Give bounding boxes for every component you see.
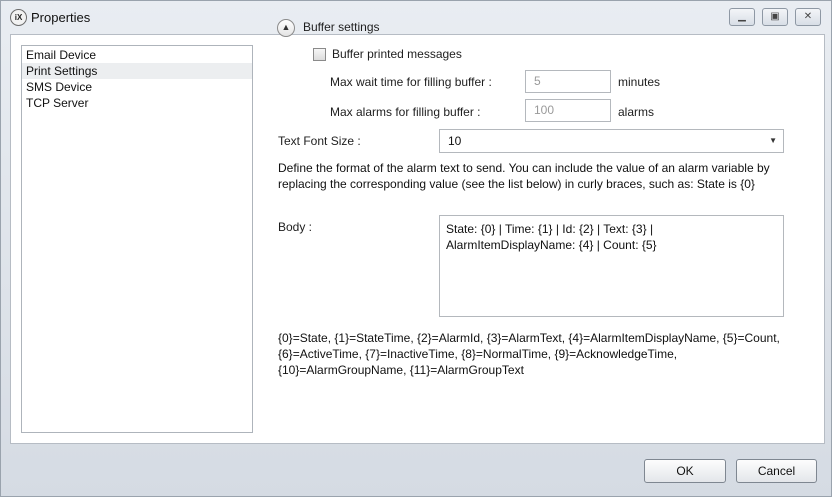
buffer-printed-messages-checkbox[interactable] [313, 48, 326, 61]
maximize-icon: ▣ [770, 11, 780, 22]
format-description: Define the format of the alarm text to s… [278, 161, 770, 191]
close-button[interactable]: ✕ [795, 8, 821, 26]
max-wait-unit: minutes [618, 75, 661, 89]
sidebar-item-print-settings[interactable]: Print Settings [22, 63, 252, 79]
sidebar-item-tcp-server[interactable]: TCP Server [22, 95, 252, 111]
cancel-button[interactable]: Cancel [736, 459, 817, 483]
buffer-printed-messages-label: Buffer printed messages [332, 47, 462, 61]
max-wait-label: Max wait time for filling buffer : [330, 75, 492, 89]
maximize-button[interactable]: ▣ [762, 8, 788, 26]
max-wait-input[interactable]: 5 [525, 70, 611, 93]
collapse-buffer-settings-button[interactable]: ▲ [277, 19, 295, 37]
body-label: Body : [278, 220, 313, 234]
buffer-settings-label: Buffer settings [303, 20, 380, 34]
sidebar-item-email-device[interactable]: Email Device [22, 47, 252, 63]
minimize-icon: ▁ [738, 11, 746, 22]
minimize-button[interactable]: ▁ [729, 8, 755, 26]
max-alarms-label: Max alarms for filling buffer : [330, 105, 481, 119]
placeholder-legend: {0}=State, {1}=StateTime, {2}=AlarmId, {… [278, 331, 780, 377]
max-alarms-input[interactable]: 100 [525, 99, 611, 122]
category-list[interactable]: Email Device Print Settings SMS Device T… [21, 45, 253, 433]
text-font-size-label: Text Font Size : [278, 134, 361, 148]
ix-icon: iX [10, 9, 27, 26]
body-textarea[interactable]: State: {0} | Time: {1} | Id: {2} | Text:… [439, 215, 784, 317]
max-alarms-unit: alarms [618, 105, 655, 119]
properties-window: iX Properties ▁ ▣ ✕ Email Device Print S… [0, 0, 832, 497]
sidebar-item-sms-device[interactable]: SMS Device [22, 79, 252, 95]
ok-button[interactable]: OK [644, 459, 726, 483]
chevron-up-icon: ▲ [281, 22, 291, 32]
dropdown-arrow-icon: ▼ [769, 136, 777, 145]
window-title: Properties [31, 10, 91, 25]
close-icon: ✕ [803, 11, 813, 22]
title-bar[interactable]: iX Properties ▁ ▣ ✕ [1, 1, 831, 35]
text-font-size-select[interactable]: 10 ▼ [439, 129, 784, 153]
text-font-size-value: 10 [448, 134, 462, 148]
